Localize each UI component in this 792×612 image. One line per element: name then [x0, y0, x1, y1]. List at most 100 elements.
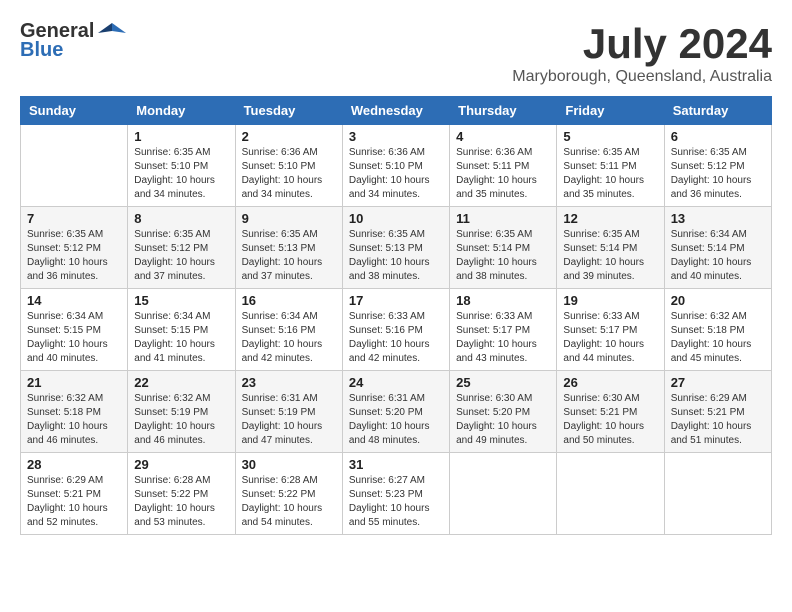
calendar-cell: 5 Sunrise: 6:35 AM Sunset: 5:11 PM Daylig…	[557, 125, 664, 207]
calendar-cell: 12 Sunrise: 6:35 AM Sunset: 5:14 PM Dayli…	[557, 207, 664, 289]
day-info: Sunrise: 6:33 AM Sunset: 5:17 PM Dayligh…	[563, 310, 657, 366]
calendar-cell: 26Sunrise: 6:30 AM Sunset: 5:21 PM Dayli…	[557, 371, 664, 453]
day-number: 22	[134, 375, 228, 390]
day-number: 6	[671, 129, 765, 144]
calendar-cell: 20 Sunrise: 6:32 AM Sunset: 5:18 PM Dayli…	[664, 289, 771, 371]
day-number: 30	[242, 457, 336, 472]
calendar-cell: 19Sunrise: 6:33 AM Sunset: 5:17 PM Dayli…	[557, 289, 664, 371]
calendar-cell: 29 Sunrise: 6:28 AM Sunset: 5:22 PM Dayli…	[128, 453, 235, 535]
day-number: 2	[242, 129, 336, 144]
column-header-thursday: Thursday	[450, 97, 557, 125]
day-number: 27	[671, 375, 765, 390]
day-number: 9	[242, 211, 336, 226]
calendar-cell: 27Sunrise: 6:29 AM Sunset: 5:21 PM Dayli…	[664, 371, 771, 453]
day-number: 3	[349, 129, 443, 144]
calendar-cell: 23Sunrise: 6:31 AM Sunset: 5:19 PM Dayli…	[235, 371, 342, 453]
day-info: Sunrise: 6:30 AM Sunset: 5:20 PM Dayligh…	[456, 392, 550, 448]
calendar-week-row: 1 Sunrise: 6:35 AM Sunset: 5:10 PM Daylig…	[21, 125, 772, 207]
calendar-cell: 21 Sunrise: 6:32 AM Sunset: 5:18 PM Dayli…	[21, 371, 128, 453]
day-info: Sunrise: 6:36 AM Sunset: 5:10 PM Dayligh…	[242, 146, 336, 202]
day-number: 28	[27, 457, 121, 472]
calendar-cell: 31 Sunrise: 6:27 AM Sunset: 5:23 PM Dayli…	[342, 453, 449, 535]
day-info: Sunrise: 6:34 AM Sunset: 5:15 PM Dayligh…	[27, 310, 121, 366]
day-number: 13	[671, 211, 765, 226]
day-info: Sunrise: 6:32 AM Sunset: 5:18 PM Dayligh…	[671, 310, 765, 366]
logo-bird-icon	[98, 21, 126, 43]
day-info: Sunrise: 6:32 AM Sunset: 5:18 PM Dayligh…	[27, 392, 121, 448]
day-info: Sunrise: 6:36 AM Sunset: 5:10 PM Dayligh…	[349, 146, 443, 202]
calendar-cell	[557, 453, 664, 535]
calendar-cell: 1 Sunrise: 6:35 AM Sunset: 5:10 PM Daylig…	[128, 125, 235, 207]
calendar-cell: 10Sunrise: 6:35 AM Sunset: 5:13 PM Dayli…	[342, 207, 449, 289]
day-info: Sunrise: 6:28 AM Sunset: 5:22 PM Dayligh…	[134, 474, 228, 530]
calendar-cell: 25 Sunrise: 6:30 AM Sunset: 5:20 PM Dayli…	[450, 371, 557, 453]
day-info: Sunrise: 6:32 AM Sunset: 5:19 PM Dayligh…	[134, 392, 228, 448]
main-title: July 2024	[512, 20, 772, 68]
column-header-sunday: Sunday	[21, 97, 128, 125]
logo-blue-text: Blue	[20, 39, 63, 62]
day-number: 4	[456, 129, 550, 144]
calendar-cell: 2 Sunrise: 6:36 AM Sunset: 5:10 PM Daylig…	[235, 125, 342, 207]
day-info: Sunrise: 6:35 AM Sunset: 5:13 PM Dayligh…	[242, 228, 336, 284]
calendar-cell: 6 Sunrise: 6:35 AM Sunset: 5:12 PM Daylig…	[664, 125, 771, 207]
day-number: 24	[349, 375, 443, 390]
calendar-cell: 22 Sunrise: 6:32 AM Sunset: 5:19 PM Dayli…	[128, 371, 235, 453]
calendar-cell: 8Sunrise: 6:35 AM Sunset: 5:12 PM Daylig…	[128, 207, 235, 289]
day-number: 8	[134, 211, 228, 226]
day-info: Sunrise: 6:34 AM Sunset: 5:15 PM Dayligh…	[134, 310, 228, 366]
calendar-cell: 11Sunrise: 6:35 AM Sunset: 5:14 PM Dayli…	[450, 207, 557, 289]
day-number: 17	[349, 293, 443, 308]
calendar-week-row: 28 Sunrise: 6:29 AM Sunset: 5:21 PM Dayli…	[21, 453, 772, 535]
calendar-cell	[664, 453, 771, 535]
day-number: 12	[563, 211, 657, 226]
calendar-cell: 4 Sunrise: 6:36 AM Sunset: 5:11 PM Daylig…	[450, 125, 557, 207]
column-header-friday: Friday	[557, 97, 664, 125]
day-info: Sunrise: 6:34 AM Sunset: 5:16 PM Dayligh…	[242, 310, 336, 366]
day-info: Sunrise: 6:35 AM Sunset: 5:10 PM Dayligh…	[134, 146, 228, 202]
day-number: 31	[349, 457, 443, 472]
calendar-cell: 9 Sunrise: 6:35 AM Sunset: 5:13 PM Daylig…	[235, 207, 342, 289]
day-info: Sunrise: 6:35 AM Sunset: 5:12 PM Dayligh…	[671, 146, 765, 202]
logo: General Blue	[20, 20, 126, 62]
column-header-saturday: Saturday	[664, 97, 771, 125]
day-info: Sunrise: 6:34 AM Sunset: 5:14 PM Dayligh…	[671, 228, 765, 284]
calendar-cell	[450, 453, 557, 535]
day-number: 5	[563, 129, 657, 144]
day-number: 20	[671, 293, 765, 308]
day-number: 21	[27, 375, 121, 390]
day-info: Sunrise: 6:27 AM Sunset: 5:23 PM Dayligh…	[349, 474, 443, 530]
day-number: 7	[27, 211, 121, 226]
header: General Blue July 2024 Maryborough, Quee…	[20, 20, 772, 86]
calendar-cell: 18 Sunrise: 6:33 AM Sunset: 5:17 PM Dayli…	[450, 289, 557, 371]
day-info: Sunrise: 6:33 AM Sunset: 5:16 PM Dayligh…	[349, 310, 443, 366]
day-number: 29	[134, 457, 228, 472]
calendar-cell: 24 Sunrise: 6:31 AM Sunset: 5:20 PM Dayli…	[342, 371, 449, 453]
calendar-cell: 28 Sunrise: 6:29 AM Sunset: 5:21 PM Dayli…	[21, 453, 128, 535]
calendar-cell: 13 Sunrise: 6:34 AM Sunset: 5:14 PM Dayli…	[664, 207, 771, 289]
calendar-week-row: 21 Sunrise: 6:32 AM Sunset: 5:18 PM Dayli…	[21, 371, 772, 453]
calendar-cell: 3 Sunrise: 6:36 AM Sunset: 5:10 PM Daylig…	[342, 125, 449, 207]
calendar-cell: 16 Sunrise: 6:34 AM Sunset: 5:16 PM Dayli…	[235, 289, 342, 371]
day-info: Sunrise: 6:33 AM Sunset: 5:17 PM Dayligh…	[456, 310, 550, 366]
column-header-wednesday: Wednesday	[342, 97, 449, 125]
day-info: Sunrise: 6:35 AM Sunset: 5:11 PM Dayligh…	[563, 146, 657, 202]
day-info: Sunrise: 6:31 AM Sunset: 5:20 PM Dayligh…	[349, 392, 443, 448]
day-number: 1	[134, 129, 228, 144]
calendar-cell: 15Sunrise: 6:34 AM Sunset: 5:15 PM Dayli…	[128, 289, 235, 371]
day-info: Sunrise: 6:35 AM Sunset: 5:14 PM Dayligh…	[456, 228, 550, 284]
calendar-cell: 14Sunrise: 6:34 AM Sunset: 5:15 PM Dayli…	[21, 289, 128, 371]
day-number: 25	[456, 375, 550, 390]
day-number: 26	[563, 375, 657, 390]
day-info: Sunrise: 6:28 AM Sunset: 5:22 PM Dayligh…	[242, 474, 336, 530]
day-info: Sunrise: 6:36 AM Sunset: 5:11 PM Dayligh…	[456, 146, 550, 202]
calendar-cell	[21, 125, 128, 207]
calendar-header-row: SundayMondayTuesdayWednesdayThursdayFrid…	[21, 97, 772, 125]
title-area: July 2024 Maryborough, Queensland, Austr…	[512, 20, 772, 86]
day-info: Sunrise: 6:35 AM Sunset: 5:12 PM Dayligh…	[27, 228, 121, 284]
day-number: 18	[456, 293, 550, 308]
day-number: 16	[242, 293, 336, 308]
calendar-table: SundayMondayTuesdayWednesdayThursdayFrid…	[20, 96, 772, 535]
day-info: Sunrise: 6:29 AM Sunset: 5:21 PM Dayligh…	[27, 474, 121, 530]
day-info: Sunrise: 6:35 AM Sunset: 5:14 PM Dayligh…	[563, 228, 657, 284]
day-info: Sunrise: 6:31 AM Sunset: 5:19 PM Dayligh…	[242, 392, 336, 448]
